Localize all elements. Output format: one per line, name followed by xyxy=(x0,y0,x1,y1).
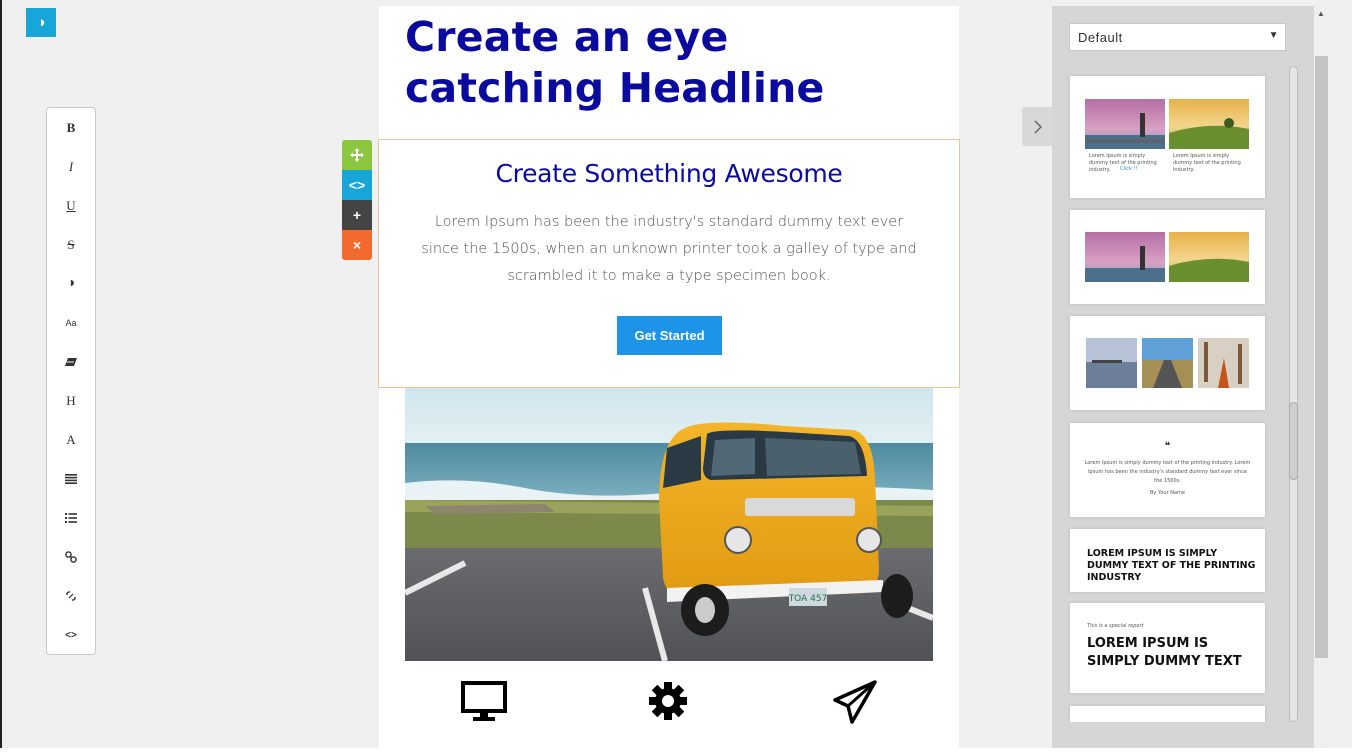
collapse-panel-button[interactable] xyxy=(1022,107,1053,146)
italic-button[interactable]: I xyxy=(47,153,95,181)
snippet-card-three-images[interactable] xyxy=(1070,316,1265,410)
link-button[interactable] xyxy=(47,543,95,571)
font-size-button[interactable]: Aa xyxy=(47,309,95,337)
hill-sunset-thumb xyxy=(1169,232,1249,282)
pier-thumb xyxy=(1086,338,1137,388)
source-code-button[interactable]: <> xyxy=(47,621,95,649)
move-block-button[interactable] xyxy=(342,140,372,170)
panel-scrollbar-thumb[interactable] xyxy=(1289,402,1298,480)
snippet-card-caps-heading[interactable]: LOREM IPSUM IS SIMPLY DUMMY TEXT OF THE … xyxy=(1070,529,1265,592)
quote-icon: ❝ xyxy=(1164,441,1171,452)
list-icon xyxy=(65,513,77,523)
svg-text:TOA 457: TOA 457 xyxy=(788,594,828,604)
page-bottom-edge xyxy=(0,748,1352,754)
list-button[interactable] xyxy=(47,504,95,532)
gear-icon xyxy=(647,680,697,726)
unlink-button[interactable] xyxy=(47,582,95,610)
delete-block-button[interactable]: × xyxy=(342,230,372,260)
formatting-toolbar: B I U S ◑ Aa H A <> xyxy=(46,107,96,655)
edit-html-button[interactable]: <> xyxy=(342,170,372,200)
panel-scrollbar[interactable] xyxy=(1289,66,1298,722)
eraser-icon xyxy=(65,358,77,366)
hill-sunset-thumb xyxy=(1169,99,1249,149)
card-text-right: Lorem Ipsum is simply dummy text of the … xyxy=(1173,153,1241,173)
paper-plane-icon xyxy=(832,680,882,726)
align-icon xyxy=(65,474,77,484)
chevron-right-icon xyxy=(1033,119,1042,134)
font-family-button[interactable]: A xyxy=(47,426,95,454)
scroll-up-arrow-icon[interactable]: ▲ xyxy=(1316,10,1326,18)
snippet-card-next[interactable] xyxy=(1070,706,1265,722)
snippet-card-two-images-text[interactable]: Lorem Ipsum is simply dummy text of the … xyxy=(1070,76,1265,198)
quote-text: Lorem Ipsum is simply dummy text of the … xyxy=(1084,460,1251,484)
card-link: Click !! xyxy=(1120,166,1138,172)
move-icon xyxy=(350,148,364,162)
snippet-category-select[interactable]: Default ▼ xyxy=(1069,23,1286,51)
snippet-card-special-report[interactable]: This is a special report LOREM IPSUM IS … xyxy=(1070,603,1265,693)
snippet-list: Lorem Ipsum is simply dummy text of the … xyxy=(1064,66,1270,722)
road-thumb xyxy=(1142,338,1193,388)
align-button[interactable] xyxy=(47,465,95,493)
sunset-lighthouse-thumb xyxy=(1085,99,1165,149)
bold-button[interactable]: B xyxy=(47,114,95,142)
quote-author: By Your Name xyxy=(1150,490,1185,496)
link-icon xyxy=(65,551,77,563)
sunset-lighthouse-thumb xyxy=(1085,232,1165,282)
forest-thumb xyxy=(1198,338,1249,388)
page-headline[interactable]: Create an eye catching Headline xyxy=(405,12,925,114)
block-title[interactable]: Create Something Awesome xyxy=(379,159,959,188)
heading-button[interactable]: H xyxy=(47,387,95,415)
get-started-button[interactable]: Get Started xyxy=(617,316,722,355)
text-color-button[interactable]: ◑ xyxy=(47,270,95,298)
van-image: TOA 457 xyxy=(405,388,933,661)
van-photo[interactable]: TOA 457 xyxy=(405,388,933,661)
report-kicker: This is a special report xyxy=(1087,623,1144,629)
window-scrollbar-thumb[interactable] xyxy=(1315,56,1328,658)
caps-heading-text: LOREM IPSUM IS SIMPLY DUMMY TEXT OF THE … xyxy=(1087,548,1256,583)
dropdown-arrow-icon: ▼ xyxy=(1268,30,1279,41)
contrast-icon[interactable]: ◑ xyxy=(26,8,56,37)
snippet-card-two-images[interactable] xyxy=(1070,210,1265,304)
clear-format-button[interactable] xyxy=(47,348,95,376)
monitor-icon xyxy=(461,680,511,726)
block-body-text[interactable]: Lorem Ipsum has been the industry's stan… xyxy=(415,209,923,290)
unlink-icon xyxy=(66,591,76,601)
add-block-button[interactable]: + xyxy=(342,200,372,230)
report-heading: LOREM IPSUM IS SIMPLY DUMMY TEXT xyxy=(1087,636,1242,669)
snippet-card-quote[interactable]: ❝ Lorem Ipsum is simply dummy text of th… xyxy=(1070,423,1265,517)
underline-button[interactable]: U xyxy=(47,192,95,220)
select-value: Default xyxy=(1078,30,1123,45)
content-block-selected[interactable]: Create Something Awesome Lorem Ipsum has… xyxy=(378,139,960,388)
strikethrough-button[interactable]: S xyxy=(47,231,95,259)
